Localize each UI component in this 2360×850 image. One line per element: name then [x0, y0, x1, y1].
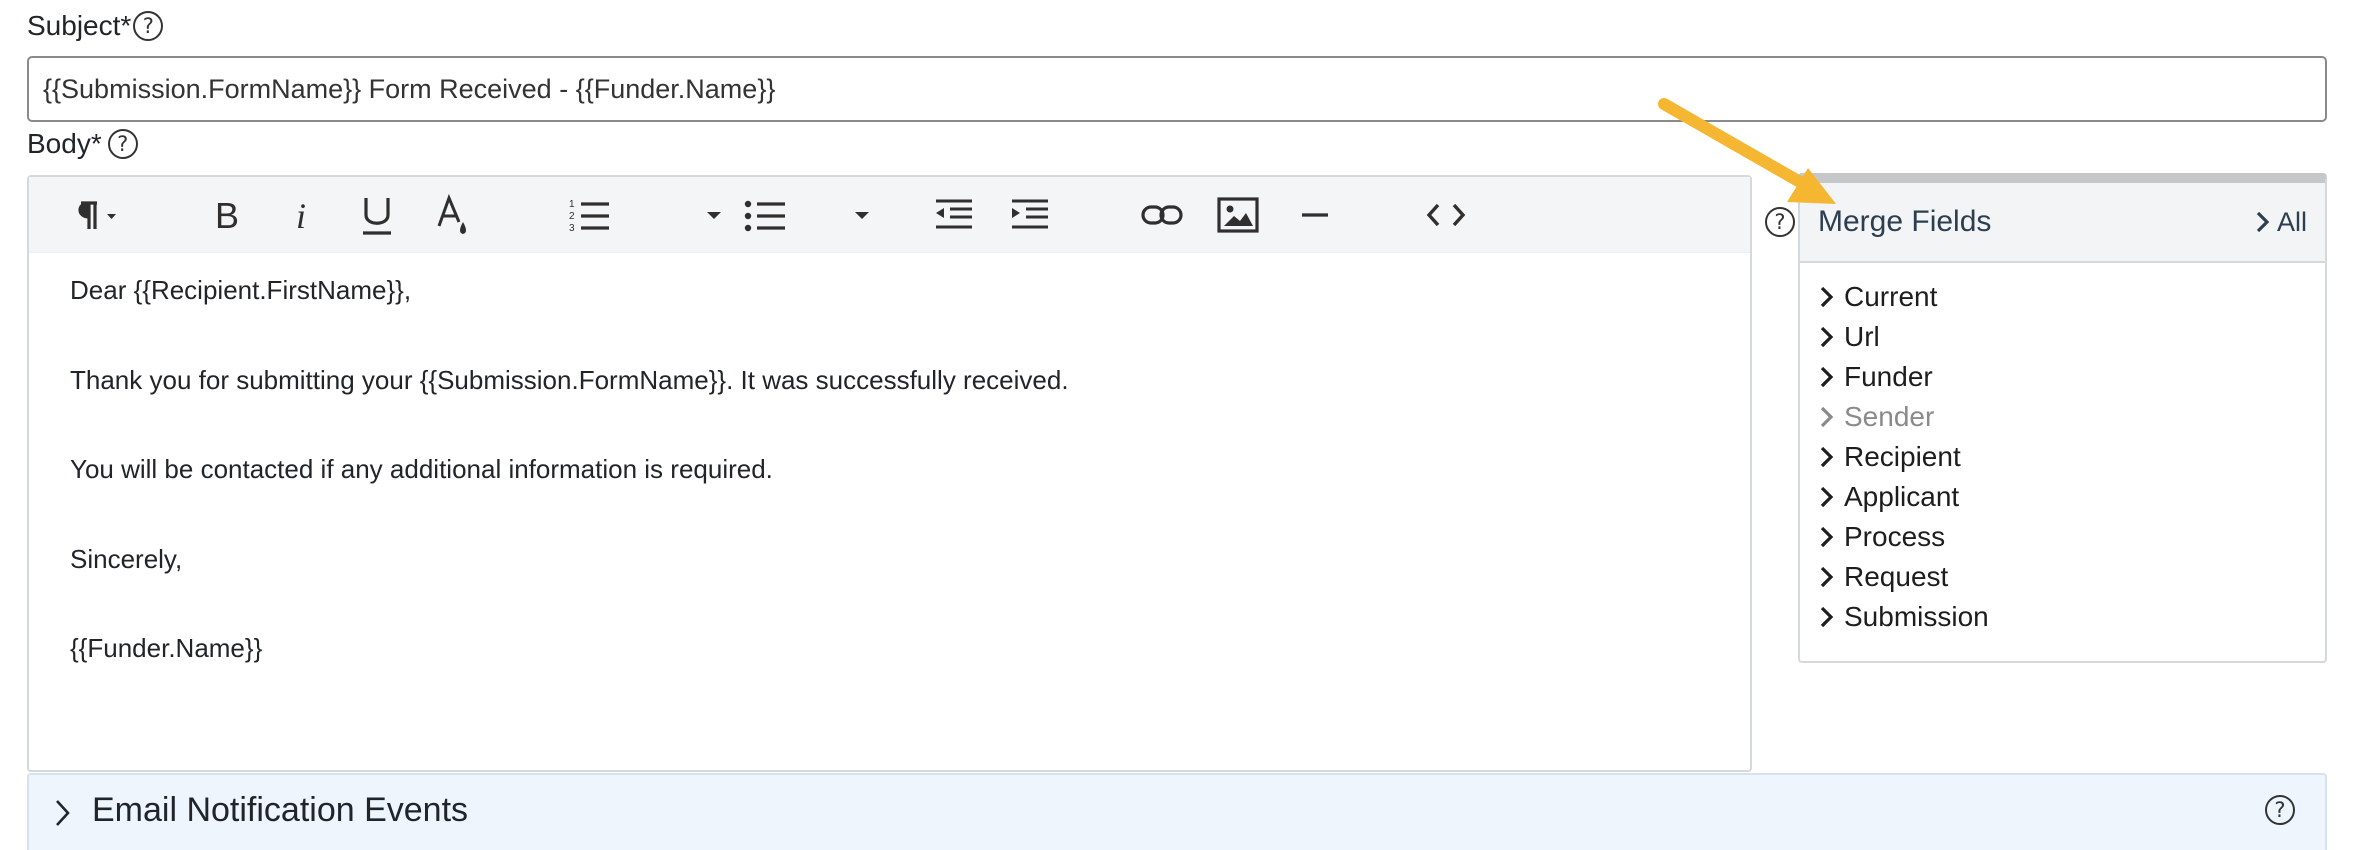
- merge-field-recipient[interactable]: Recipient: [1820, 441, 1961, 473]
- email-notification-events-section[interactable]: Email Notification Events ?: [27, 773, 2327, 850]
- chevron-right-icon: [2256, 211, 2270, 233]
- body-help-icon[interactable]: ?: [107, 129, 138, 159]
- outdent-button[interactable]: [929, 191, 979, 239]
- ordered-list-icon: 1 2 3: [569, 199, 609, 234]
- bullet-list-button[interactable]: [741, 191, 791, 239]
- indent-icon: [1012, 199, 1048, 229]
- merge-field-url[interactable]: Url: [1820, 321, 1880, 353]
- svg-text:i: i: [296, 196, 306, 235]
- ordered-list-dropdown[interactable]: [699, 191, 729, 239]
- text-color-icon: [437, 193, 466, 234]
- merge-fields-all-label: All: [2276, 206, 2307, 237]
- merge-field-label: Recipient: [1844, 441, 1961, 472]
- chevron-right-icon: [1820, 486, 1834, 508]
- merge-fields-panel: Merge Fields All Current Url Funder Send…: [1798, 173, 2327, 663]
- chevron-right-icon: [56, 800, 70, 826]
- merge-field-sender: Sender: [1820, 401, 1934, 433]
- merge-field-label: Sender: [1844, 401, 1935, 432]
- chevron-right-icon: [1820, 606, 1834, 628]
- bullet-list-dropdown[interactable]: [847, 191, 877, 239]
- subject-label-text: Subject*: [27, 10, 132, 41]
- svg-text:B: B: [215, 195, 239, 235]
- merge-field-process[interactable]: Process: [1820, 521, 1945, 553]
- italic-icon: i: [296, 196, 306, 235]
- caret-down-icon: [707, 212, 721, 219]
- svg-text:3: 3: [569, 223, 575, 234]
- merge-field-applicant[interactable]: Applicant: [1820, 481, 1959, 513]
- merge-field-label: Request: [1844, 561, 1949, 592]
- link-icon: [1141, 205, 1183, 225]
- bold-button[interactable]: B: [205, 191, 249, 239]
- merge-field-label: Current: [1844, 281, 1938, 312]
- text-color-button[interactable]: [431, 191, 475, 239]
- bullet-list-icon: [744, 200, 785, 232]
- body-label: Body* ?: [27, 126, 138, 162]
- merge-fields-all-toggle[interactable]: All: [2255, 207, 2307, 238]
- indent-button[interactable]: [1005, 191, 1055, 239]
- email-notification-events-help-icon[interactable]: ?: [2265, 795, 2295, 825]
- insert-image-button[interactable]: [1213, 191, 1263, 239]
- horizontal-rule-icon: [1302, 213, 1328, 217]
- code-icon: [1426, 203, 1466, 227]
- svg-text:2: 2: [569, 211, 575, 222]
- ordered-list-button[interactable]: 1 2 3: [565, 191, 615, 239]
- merge-field-label: Funder: [1844, 361, 1933, 392]
- chevron-right-icon: [1820, 366, 1834, 388]
- body-paragraph: Dear {{Recipient.FirstName}},: [70, 275, 412, 305]
- chevron-right-icon: [1820, 446, 1834, 468]
- chevron-right-icon: [1820, 286, 1834, 308]
- merge-field-label: Process: [1844, 521, 1946, 552]
- bold-icon: B: [215, 195, 239, 235]
- image-icon: [1217, 197, 1259, 233]
- italic-button[interactable]: i: [281, 191, 325, 239]
- rich-text-editor: B i 1 2 3 Dear {{Recipient.FirstName}}, …: [27, 175, 1752, 772]
- subject-help-icon[interactable]: ?: [133, 11, 164, 41]
- merge-fields-header: Merge Fields All: [1800, 183, 2325, 263]
- merge-field-label: Applicant: [1844, 481, 1960, 512]
- caret-down-icon: [855, 212, 869, 219]
- chevron-right-icon: [1820, 526, 1834, 548]
- horizontal-rule-button[interactable]: [1289, 191, 1339, 239]
- body-paragraph: You will be contacted if any additional …: [70, 454, 773, 484]
- editor-content[interactable]: Dear {{Recipient.FirstName}}, Thank you …: [29, 253, 1750, 770]
- merge-field-funder[interactable]: Funder: [1820, 361, 1933, 393]
- chevron-right-icon: [1820, 566, 1834, 588]
- chevron-right-icon: [1820, 406, 1834, 428]
- paragraph-icon: [78, 201, 116, 229]
- email-notification-events-title: Email Notification Events: [92, 791, 469, 829]
- chevron-right-icon: [1820, 326, 1834, 348]
- underline-icon: [363, 198, 391, 235]
- merge-field-request[interactable]: Request: [1820, 561, 1948, 593]
- body-paragraph: {{Funder.Name}}: [70, 633, 263, 663]
- merge-field-current[interactable]: Current: [1820, 281, 1937, 313]
- merge-field-submission[interactable]: Submission: [1820, 601, 1989, 633]
- code-view-button[interactable]: [1421, 191, 1471, 239]
- subject-label: Subject* ?: [27, 8, 164, 44]
- outdent-icon: [936, 199, 972, 229]
- merge-field-label: Submission: [1844, 601, 1989, 632]
- editor-toolbar: B i 1 2 3: [29, 177, 1750, 253]
- body-label-text: Body*: [27, 128, 102, 159]
- underline-button[interactable]: [355, 191, 399, 239]
- subject-input[interactable]: [27, 56, 2327, 122]
- merge-field-label: Url: [1844, 321, 1880, 352]
- annotation-arrow-icon: [1658, 98, 1836, 204]
- paragraph-format-button[interactable]: [65, 191, 129, 239]
- body-paragraph: Thank you for submitting your {{Submissi…: [70, 365, 1069, 395]
- svg-text:1: 1: [569, 199, 575, 210]
- body-paragraph: Sincerely,: [70, 544, 183, 574]
- insert-link-button[interactable]: [1137, 191, 1187, 239]
